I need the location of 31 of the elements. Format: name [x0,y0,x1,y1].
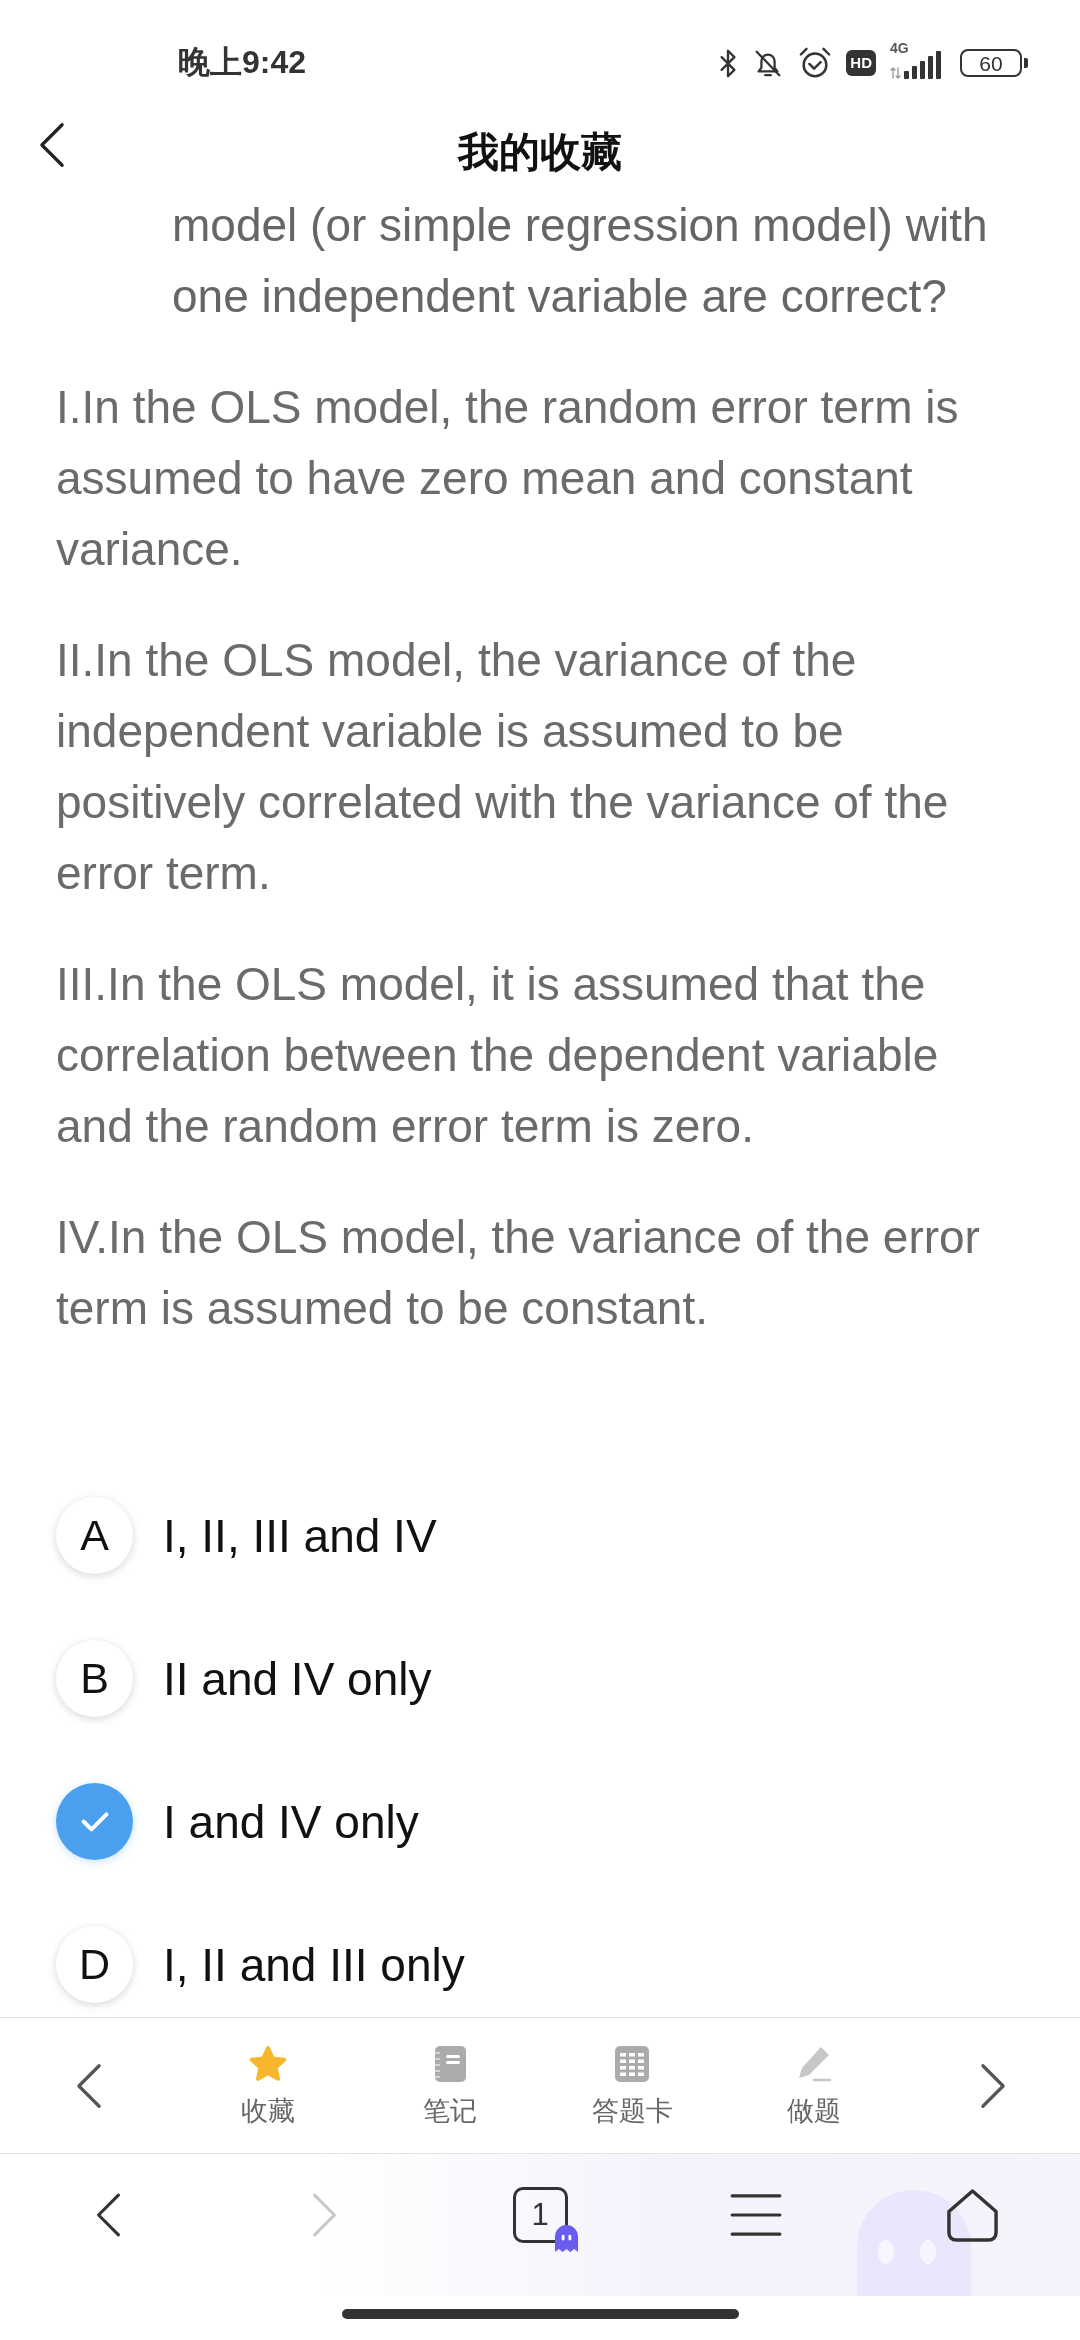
option-text[interactable]: II and IV only [163,1648,432,1709]
toolbar-button[interactable]: 答题卡 [591,2044,673,2128]
ghost-badge-icon [553,2224,579,2253]
toolbar-button[interactable]: 笔记 [423,2044,477,2128]
page-title: 我的收藏 [458,128,622,178]
question-text: model (or simple regression model) with one independent variable are correct? [172,198,989,324]
chevron-right-icon[interactable] [978,2062,1007,2109]
ghost-decoration-icon [857,2190,971,2296]
option-marker[interactable]: D [56,1926,133,2003]
battery-indicator: 60 [960,49,1028,77]
option-marker[interactable]: B [56,1640,133,1717]
back-icon[interactable] [38,122,66,168]
hd-indicator: HD [846,50,876,76]
home-icon[interactable] [944,2187,1000,2243]
option-marker[interactable]: A [56,1497,133,1574]
statement-text: II.In the OLS model, the variance of the independent variable is assumed to be positively correlated with the variance of the error term. [56,633,950,901]
option-text[interactable]: I, II, III and IV [163,1505,437,1566]
option-marker[interactable] [56,1783,133,1860]
statement-text: III.In the OLS model, it is assumed that the correlation between the dependent variable and the random error term is zero. [56,957,940,1154]
status-time: 晚上9:42 [178,43,307,82]
statement-text: IV.In the OLS model, the variance of the error term is assumed to be constant. [56,1210,981,1336]
statement-text: I.In the OLS model, the random error term is assumed to have zero mean and constant variance. [56,380,960,577]
option-text[interactable]: I and IV only [163,1791,419,1852]
toolbar-button[interactable]: 做题 [787,2044,841,2128]
alarm-clock-icon [798,46,833,80]
check-icon [79,1810,110,1833]
back-icon[interactable] [94,2191,122,2239]
option-text[interactable]: I, II and III only [163,1934,465,1995]
chevron-left-icon[interactable] [74,2062,103,2109]
toolbar-button[interactable]: 收藏 [241,2044,295,2128]
menu-icon[interactable] [730,2193,782,2237]
